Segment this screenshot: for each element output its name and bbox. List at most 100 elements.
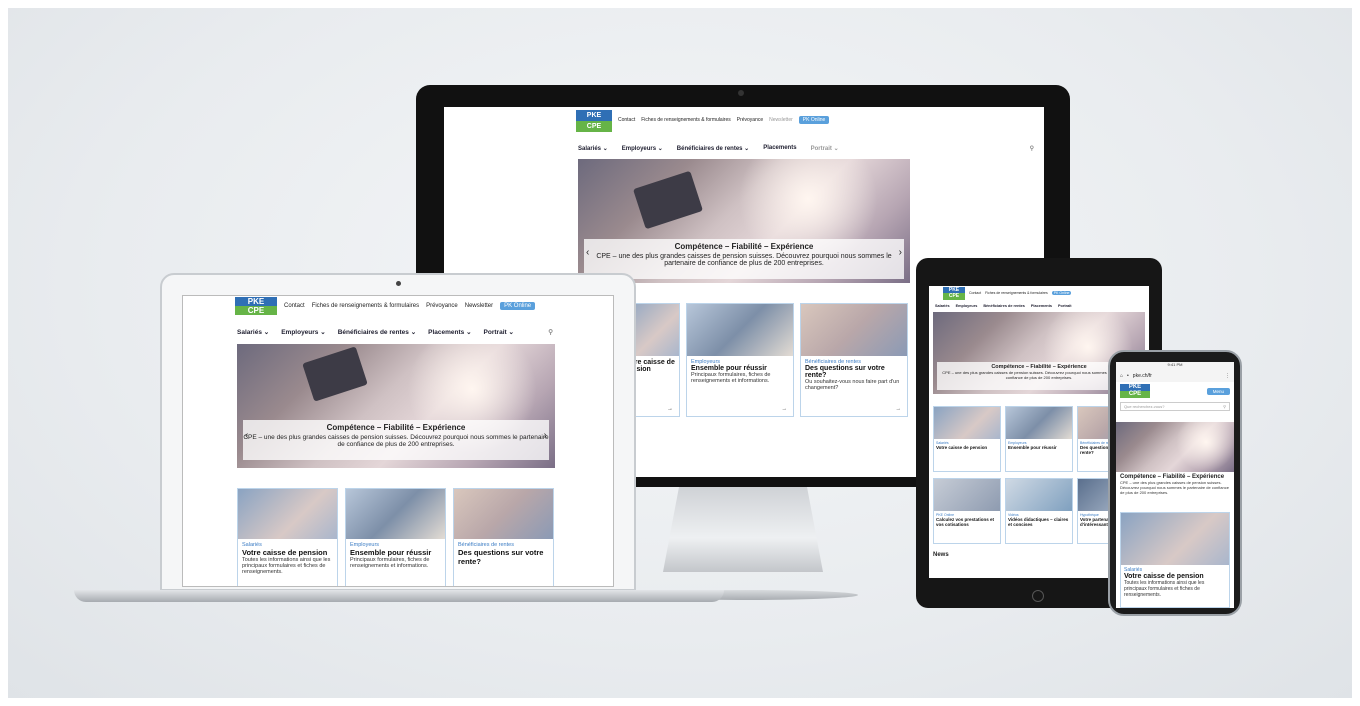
pk-online-button[interactable]: PK Online: [500, 302, 536, 310]
util-link-contact[interactable]: Contact: [618, 117, 635, 123]
browser-bar: ⌂ • pke.ch/fr ⋮: [1116, 370, 1234, 382]
card-beneficiaires[interactable]: Bénéficiaires de rentes Des questions su…: [800, 303, 908, 417]
logo-cpe: CPE: [576, 121, 612, 132]
card-image: [934, 407, 1000, 439]
hero-prev-button[interactable]: ‹: [245, 430, 248, 441]
card-videos[interactable]: Vidéos Vidéos didactiques – claires et c…: [1005, 478, 1073, 544]
hero-banner: Compétence – Fiabilité – Expérience CPE …: [237, 344, 555, 468]
laptop-base: [74, 590, 724, 602]
lock-icon: •: [1127, 373, 1129, 379]
top-bar: PKE CPE Contact Fiches de renseignements…: [183, 296, 613, 316]
hero-banner: [1116, 422, 1234, 472]
logo-cpe: CPE: [943, 293, 965, 300]
pk-online-button[interactable]: PK Online: [798, 116, 830, 124]
pk-online-button[interactable]: PK Online: [1051, 291, 1072, 295]
search-input[interactable]: Que recherchez-vous?: [1124, 404, 1164, 409]
site-logo[interactable]: PKE CPE: [576, 110, 612, 132]
nav-beneficiaires[interactable]: Bénéficiaires de rentes: [983, 304, 1025, 308]
card-salaries[interactable]: Salariés Votre caisse de pension Toutes …: [1120, 512, 1230, 608]
site-logo[interactable]: PKE CPE: [235, 297, 277, 315]
card-title: Votre caisse de pension: [1124, 573, 1204, 580]
util-link-prevoyance[interactable]: Prévoyance: [426, 303, 458, 309]
nav-salaries[interactable]: Salariés: [935, 304, 950, 308]
main-nav: Salariés Employeurs Bénéficiaires de ren…: [929, 304, 1149, 308]
site-logo[interactable]: PKE CPE: [943, 286, 965, 300]
tablet-home-button[interactable]: [1032, 590, 1044, 602]
nav-employeurs[interactable]: Employeurs ⌄: [281, 328, 325, 336]
hero-next-button[interactable]: ›: [544, 430, 547, 441]
card-title: Votre caisse de pension: [936, 445, 988, 450]
card-pke-online[interactable]: PKE Online Calculez vos prestations et v…: [933, 478, 1001, 544]
card-image: [238, 489, 337, 539]
search-icon[interactable]: ⚲: [1030, 145, 1034, 152]
util-link-newsletter[interactable]: Newsletter: [769, 117, 793, 123]
search-bar[interactable]: Que recherchez-vous? ⚲: [1120, 402, 1230, 411]
card-employeurs[interactable]: Employeurs Ensemble pour réussir Princip…: [686, 303, 794, 417]
util-link-prevoyance[interactable]: Prévoyance: [737, 117, 763, 123]
nav-placements[interactable]: Placements: [1031, 304, 1052, 308]
card-image: [801, 304, 907, 356]
card-arrow-icon[interactable]: →: [782, 406, 788, 412]
util-link-contact[interactable]: Contact: [969, 291, 981, 295]
home-icon[interactable]: ⌂: [1120, 373, 1123, 379]
card-employeurs[interactable]: Employeurs Ensemble pour réussir Princip…: [345, 488, 446, 586]
hero-prev-button[interactable]: ‹: [586, 247, 589, 258]
nav-portrait[interactable]: Portrait ⌄: [811, 145, 839, 152]
nav-employeurs[interactable]: Employeurs ⌄: [622, 145, 663, 152]
card-row: Votre caisse de pension → Employeurs Ens…: [620, 303, 908, 417]
card-arrow-icon[interactable]: →: [896, 406, 902, 412]
news-heading: News: [933, 552, 949, 558]
card-arrow-icon[interactable]: →: [667, 406, 673, 412]
nav-beneficiaires[interactable]: Bénéficiaires de rentes ⌄: [677, 145, 749, 152]
monitor-stand: [663, 487, 823, 572]
card-salaries[interactable]: Salariés Votre caisse de pension Toutes …: [237, 488, 338, 586]
browser-menu-icon[interactable]: ⋮: [1225, 373, 1230, 379]
nav-beneficiaires[interactable]: Bénéficiaires de rentes ⌄: [338, 328, 416, 336]
util-link-forms[interactable]: Fiches de renseignements & formulaires: [312, 303, 419, 309]
nav-portrait[interactable]: Portrait ⌄: [484, 328, 514, 336]
card-text: Ou souhaitez-vous nous faire part d'un c…: [805, 379, 900, 391]
nav-salaries[interactable]: Salariés ⌄: [237, 328, 269, 336]
hero-title: Compétence – Fiabilité – Expérience: [326, 423, 466, 432]
card-employeurs[interactable]: Employeurs Ensemble pour réussir: [1005, 406, 1073, 472]
logo-cpe: CPE: [1120, 391, 1150, 398]
nav-placements[interactable]: Placements: [763, 145, 796, 152]
search-icon[interactable]: ⚲: [1223, 404, 1226, 409]
nav-salaries[interactable]: Salariés ⌄: [578, 145, 608, 152]
card-text: Principaux formulaires, fiches de rensei…: [691, 372, 771, 384]
hero-text: CPE – une des plus grandes caisses de pe…: [942, 370, 1136, 380]
nav-employeurs[interactable]: Employeurs: [956, 304, 978, 308]
product-mockup-scene: PKE CPE Contact Fiches de renseignements…: [8, 8, 1352, 698]
hero-next-button[interactable]: ›: [899, 247, 902, 258]
smartphone: 9:41 PM ⌂ • pke.ch/fr ⋮ PKE CPE Menu Que…: [1108, 350, 1242, 616]
main-nav: Salariés ⌄ Employeurs ⌄ Bénéficiaires de…: [444, 145, 1044, 152]
laptop-camera: [396, 281, 401, 286]
laptop: PKE CPE Contact Fiches de renseignements…: [160, 273, 636, 591]
util-link-forms[interactable]: Fiches de renseignements & formulaires: [985, 291, 1048, 295]
nav-portrait[interactable]: Portrait: [1058, 304, 1072, 308]
nav-placements[interactable]: Placements ⌄: [428, 328, 471, 336]
card-text: Toutes les informations ainsi que les pr…: [242, 557, 331, 575]
card-text: Toutes les informations ainsi que les pr…: [1124, 580, 1205, 598]
url-field[interactable]: pke.ch/fr: [1133, 373, 1221, 379]
card-image: [1121, 513, 1229, 565]
phone-header: PKE CPE Menu: [1116, 382, 1234, 400]
hero-text: CPE – une des plus grandes caisses de pe…: [1120, 480, 1229, 495]
hero-light: [1176, 422, 1234, 472]
util-link-forms[interactable]: Fiches de renseignements & formulaires: [641, 117, 731, 123]
main-nav: Salariés ⌄ Employeurs ⌄ Bénéficiaires de…: [183, 328, 613, 336]
hero-caption: Compétence – Fiabilité – Expérience CPE …: [1120, 474, 1230, 495]
card-salaries[interactable]: Salariés Votre caisse de pension: [933, 406, 1001, 472]
card-beneficiaires[interactable]: Bénéficiaires de rentes Des questions su…: [453, 488, 554, 586]
phone-status-bar: 9:41 PM: [1116, 362, 1234, 370]
card-title: Vidéos didactiques – claires et concises: [1008, 517, 1069, 527]
site-logo[interactable]: PKE CPE: [1120, 384, 1150, 398]
util-link-newsletter[interactable]: Newsletter: [465, 303, 493, 309]
card-title: Votre caisse de pension: [242, 548, 328, 557]
util-link-contact[interactable]: Contact: [284, 303, 305, 309]
phone-screen: 9:41 PM ⌂ • pke.ch/fr ⋮ PKE CPE Menu Que…: [1116, 362, 1234, 608]
top-bar: PKE CPE Contact Fiches de renseignements…: [444, 107, 1044, 133]
menu-button[interactable]: Menu: [1206, 387, 1230, 395]
card-title: Ensemble pour réussir: [691, 365, 767, 372]
search-icon[interactable]: ⚲: [548, 328, 553, 336]
